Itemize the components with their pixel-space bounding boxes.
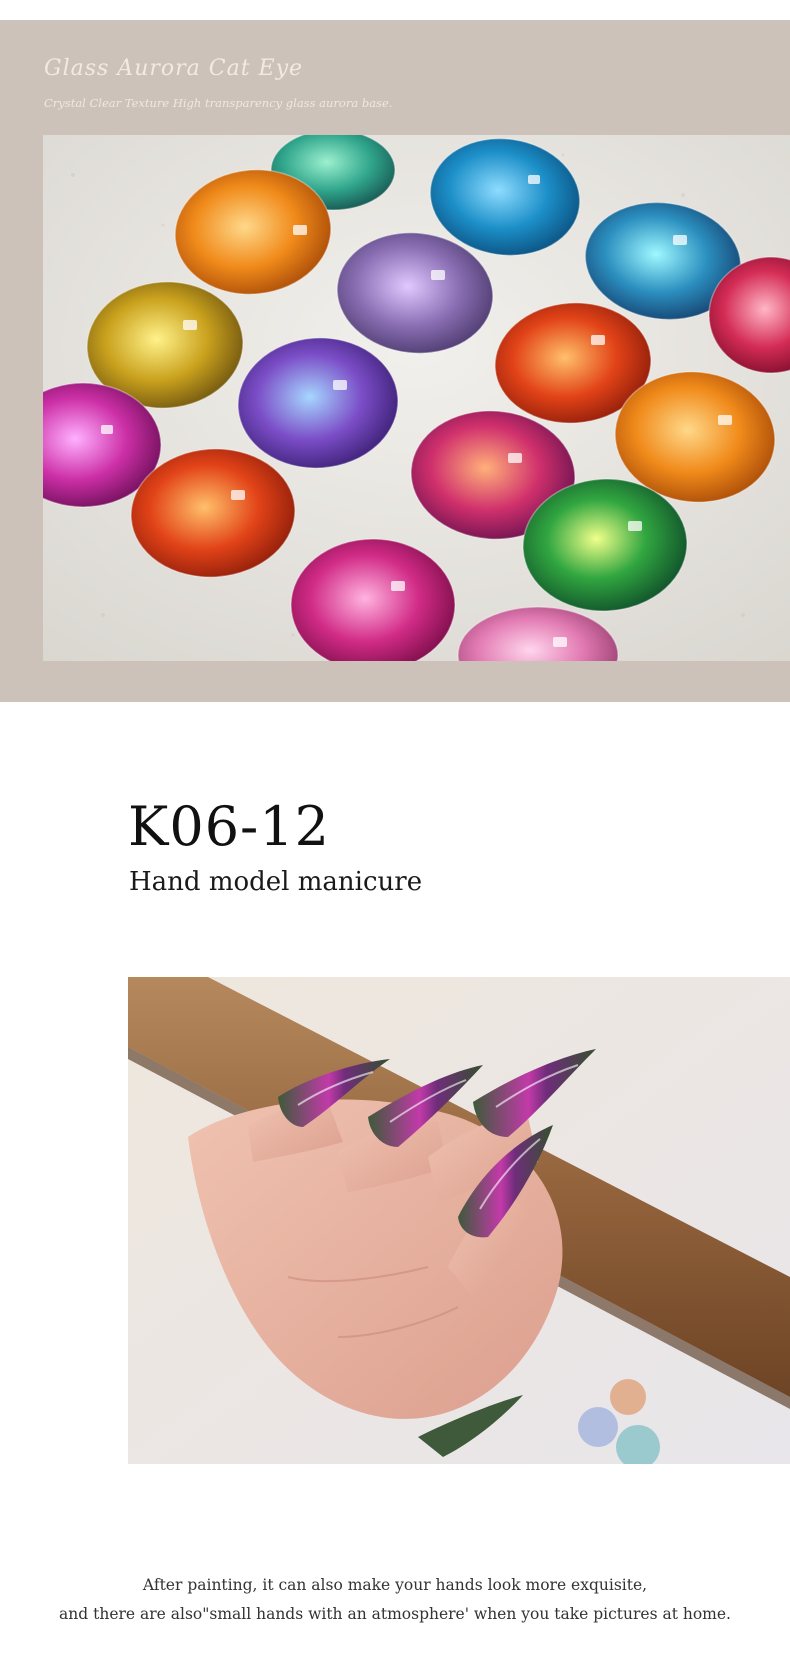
hand-model-photo — [128, 977, 790, 1464]
caption-line-2: and there are also"small hands with an a… — [59, 1605, 731, 1623]
caption-line-1: After painting, it can also make your ha… — [142, 1576, 648, 1594]
banner-title: Glass Aurora Cat Eye — [44, 56, 304, 81]
gem-swatches-photo — [43, 135, 790, 661]
banner-subtitle: Crystal Clear Texture High transparency … — [44, 96, 393, 110]
product-code: K06-12 — [128, 795, 331, 858]
product-subtitle: Hand model manicure — [129, 867, 423, 897]
